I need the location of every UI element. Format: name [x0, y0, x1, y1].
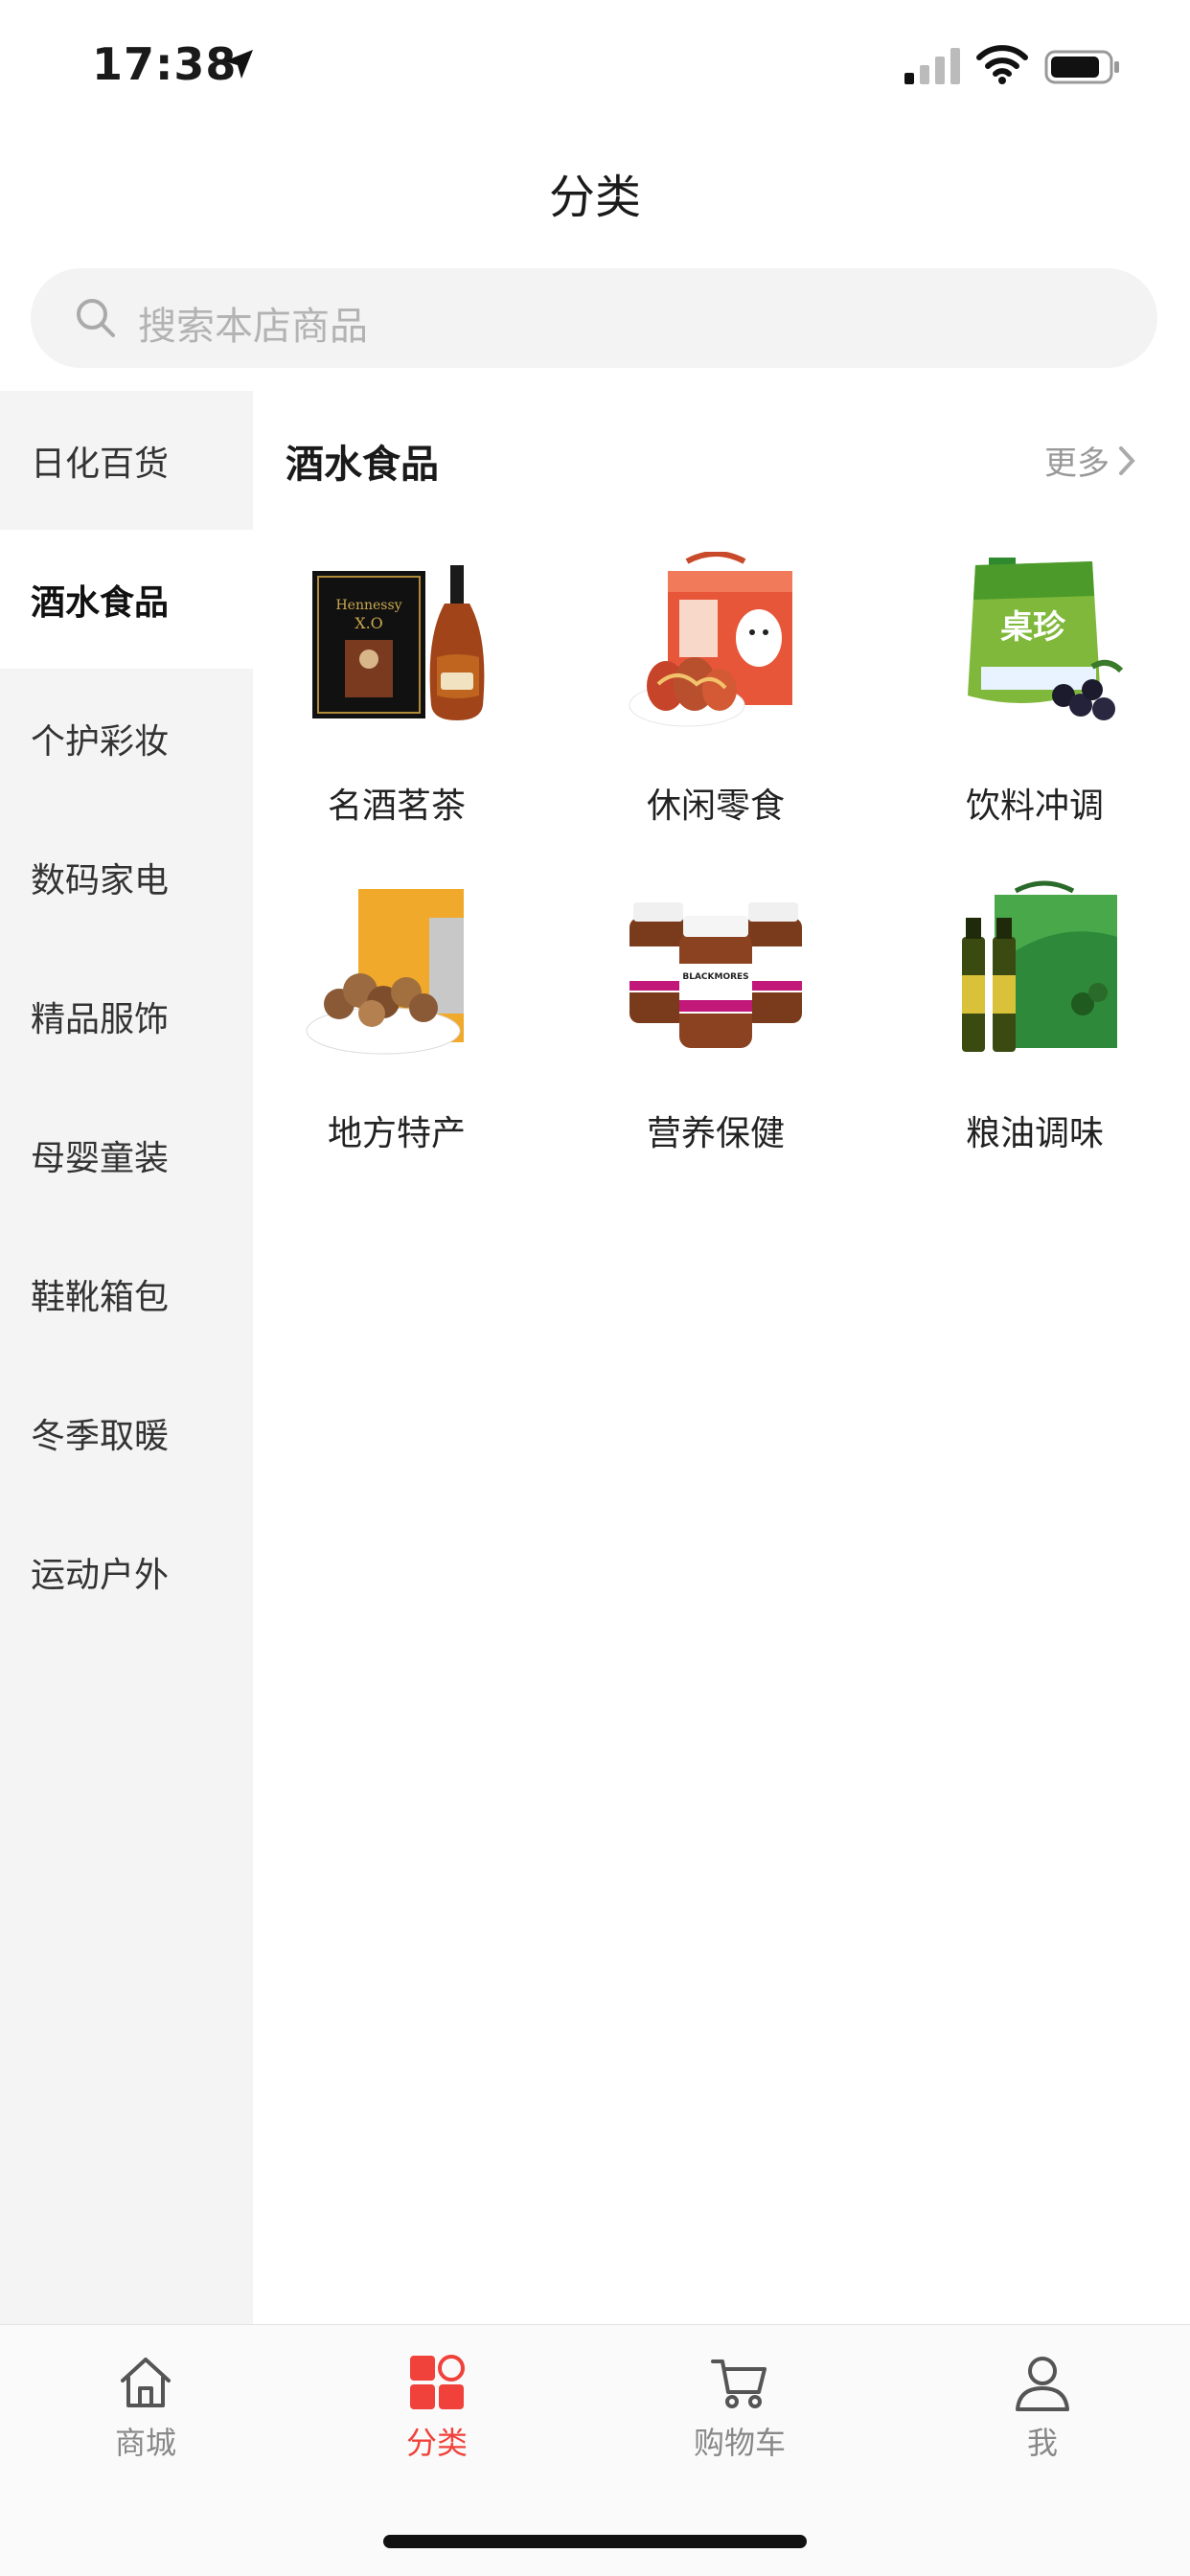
category-label: 名酒茗茶	[327, 786, 466, 826]
category-sidebar: 日化百货 酒水食品 个护彩妆 数码家电 精品服饰 母婴童装 鞋靴箱包 冬季取暖 …	[0, 391, 253, 2324]
location-arrow-icon	[224, 50, 253, 79]
tab-label: 我	[1026, 2425, 1058, 2461]
tab-label: 购物车	[693, 2425, 786, 2461]
snack-box-image	[629, 552, 792, 727]
sidebar-item-label: 冬季取暖	[31, 1416, 170, 1456]
svg-text:BLACKMORES: BLACKMORES	[682, 972, 748, 982]
mushroom-bowl-image	[306, 889, 464, 1055]
tab-mall[interactable]: 商城	[50, 2352, 241, 2476]
home-indicator	[383, 2535, 807, 2548]
category-item-drinks[interactable]: 桌珍 饮料冲调	[910, 552, 1159, 868]
sidebar-item-label: 个护彩妆	[31, 721, 170, 762]
category-label: 饮料冲调	[965, 786, 1104, 826]
category-label: 粮油调味	[965, 1114, 1104, 1153]
cognac-bottle-image: Hennessy X.O	[312, 565, 485, 720]
cellular-signal-icon	[904, 48, 960, 84]
svg-text:Hennessy: Hennessy	[335, 598, 401, 613]
svg-text:桌珍: 桌珍	[1000, 608, 1066, 647]
sidebar-item-label: 母婴童装	[31, 1138, 170, 1178]
search-input[interactable]: 搜索本店商品	[31, 268, 1157, 368]
sidebar-item-label: 运动户外	[31, 1555, 170, 1595]
category-label: 营养保健	[646, 1114, 785, 1153]
olive-oil-box-image	[962, 880, 1117, 1052]
category-item-snacks[interactable]: 休闲零食	[591, 552, 840, 868]
page-title: 分类	[548, 171, 641, 224]
section-title: 酒水食品	[286, 443, 439, 487]
category-grid-icon	[410, 2355, 465, 2409]
category-item-liquor-tea[interactable]: Hennessy X.O 名酒茗茶	[272, 552, 521, 868]
sidebar-item-apparel[interactable]: 精品服饰	[0, 946, 253, 1085]
category-label: 休闲零食	[646, 786, 785, 826]
sidebar-item-daily-goods[interactable]: 日化百货	[0, 391, 253, 530]
sidebar-item-winter-heating[interactable]: 冬季取暖	[0, 1363, 253, 1502]
svg-text:X.O: X.O	[355, 614, 383, 632]
sidebar-item-electronics[interactable]: 数码家电	[0, 808, 253, 946]
battery-icon	[1044, 50, 1119, 84]
sidebar-item-drinks-food[interactable]: 酒水食品	[0, 530, 253, 669]
wifi-icon	[976, 45, 1028, 84]
chevron-right-icon	[1119, 445, 1135, 475]
category-item-grain-oil[interactable]: 粮油调味	[910, 879, 1159, 1196]
status-bar: 17:38	[0, 0, 1190, 126]
tab-category[interactable]: 分类	[341, 2352, 533, 2476]
sidebar-item-shoes-bags[interactable]: 鞋靴箱包	[0, 1224, 253, 1363]
more-label: 更多	[1044, 445, 1110, 483]
sidebar-item-label: 鞋靴箱包	[31, 1277, 170, 1317]
tab-label: 分类	[405, 2425, 468, 2461]
category-item-local-specialties[interactable]: 地方特产	[272, 879, 521, 1196]
category-item-nutrition-health[interactable]: BLACKMORES 营养保健	[591, 879, 840, 1196]
sidebar-item-mother-baby[interactable]: 母婴童装	[0, 1085, 253, 1224]
category-label: 地方特产	[327, 1114, 466, 1153]
home-icon	[121, 2358, 171, 2407]
drink-pouch-image: 桌珍	[968, 558, 1124, 720]
search-icon	[77, 299, 115, 337]
search-placeholder: 搜索本店商品	[138, 305, 368, 349]
sidebar-item-outdoor-sports[interactable]: 运动户外	[0, 1502, 253, 1641]
tab-me[interactable]: 我	[947, 2352, 1138, 2476]
sidebar-item-label: 精品服饰	[31, 999, 170, 1039]
user-icon	[1016, 2357, 1069, 2411]
sidebar-item-personal-care[interactable]: 个护彩妆	[0, 669, 253, 808]
supplement-bottles-image: BLACKMORES	[629, 902, 802, 1048]
tab-cart[interactable]: 购物车	[644, 2352, 835, 2476]
sidebar-item-label: 数码家电	[31, 860, 170, 900]
status-time: 17:38	[92, 38, 238, 90]
tab-label: 商城	[114, 2425, 176, 2461]
sidebar-item-label: 日化百货	[31, 444, 170, 484]
cart-icon	[711, 2359, 767, 2408]
more-link[interactable]: 更多	[1044, 437, 1138, 484]
sidebar-item-label: 酒水食品	[31, 582, 170, 623]
